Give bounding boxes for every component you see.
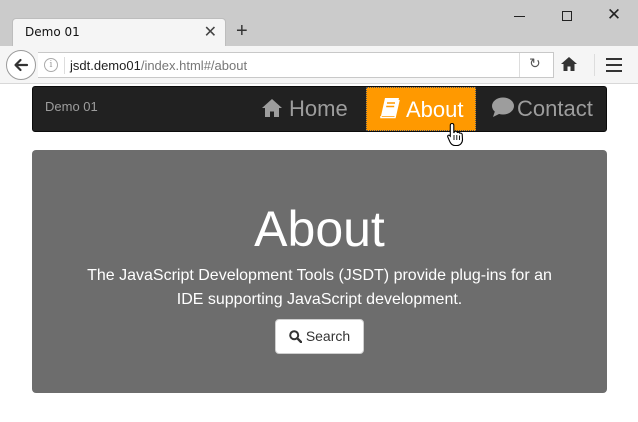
home-icon xyxy=(561,57,577,71)
window-minimize-button[interactable] xyxy=(500,4,540,28)
nav-item-home[interactable]: Home xyxy=(261,87,348,131)
new-tab-button[interactable]: + xyxy=(236,20,248,42)
menu-icon xyxy=(606,58,622,60)
nav-item-label: About xyxy=(406,97,464,122)
window-close-button[interactable]: ✕ xyxy=(594,4,634,28)
reload-button[interactable]: ↻ xyxy=(519,53,553,77)
browser-tab[interactable]: Demo 01 ✕ xyxy=(12,18,226,46)
url-host: jsdt.demo01 xyxy=(70,58,141,73)
browser-home-button[interactable] xyxy=(560,56,584,76)
menu-icon-line xyxy=(606,70,622,72)
search-icon xyxy=(289,330,303,344)
maximize-icon xyxy=(562,11,572,21)
browser-menu-button[interactable] xyxy=(604,58,624,74)
hand-pointer-cursor-icon xyxy=(446,122,466,153)
nav-item-contact[interactable]: Contact xyxy=(491,87,593,131)
nav-item-label: Contact xyxy=(517,96,593,121)
menu-icon-line xyxy=(606,64,622,66)
browser-toolbar: i jsdt.demo01/index.html#/about ↻ xyxy=(0,46,638,84)
window-maximize-button[interactable] xyxy=(548,4,588,28)
site-brand[interactable]: Demo 01 xyxy=(45,99,98,114)
browser-titlebar: Demo 01 ✕ + ✕ xyxy=(0,0,638,46)
toolbar-divider xyxy=(594,54,595,76)
url-divider xyxy=(64,57,65,74)
book-icon xyxy=(380,98,400,119)
home-icon xyxy=(262,99,282,117)
close-icon: ✕ xyxy=(606,5,622,24)
search-button-label: Search xyxy=(305,328,351,344)
search-button[interactable]: Search xyxy=(275,319,364,354)
nav-item-label: Home xyxy=(289,96,348,121)
minimize-icon xyxy=(514,16,525,17)
site-info-icon[interactable]: i xyxy=(44,58,58,72)
tab-close-icon[interactable]: ✕ xyxy=(204,22,217,42)
url-text[interactable]: jsdt.demo01/index.html#/about xyxy=(70,58,247,73)
back-button[interactable] xyxy=(6,50,36,80)
reload-icon: ↻ xyxy=(529,55,541,71)
page-description: The JavaScript Development Tools (JSDT) … xyxy=(87,267,552,308)
back-arrow-icon xyxy=(14,58,29,72)
page-title: About xyxy=(254,201,385,257)
address-bar[interactable]: i jsdt.demo01/index.html#/about ↻ xyxy=(38,52,554,78)
comment-icon xyxy=(492,97,514,117)
jumbotron: About The JavaScript Development Tools (… xyxy=(32,150,607,393)
url-path: /index.html#/about xyxy=(140,58,248,73)
site-navbar: Demo 01 Home About Contact xyxy=(32,86,607,132)
tab-title: Demo 01 xyxy=(25,25,80,39)
